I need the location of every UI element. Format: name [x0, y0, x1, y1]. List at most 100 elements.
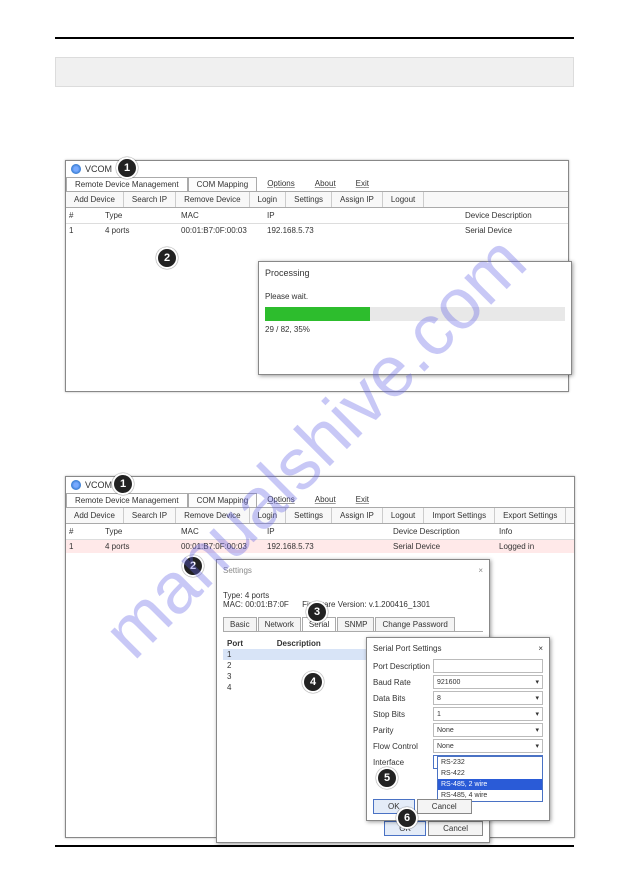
cell-info: Logged in [496, 541, 562, 552]
tab-com-mapping[interactable]: COM Mapping [188, 493, 258, 507]
baud-label: Baud Rate [373, 678, 433, 687]
btn-export-settings[interactable]: Export Settings [495, 508, 566, 523]
stopbits-select[interactable]: 1▾ [433, 707, 543, 721]
callout-6: 6 [396, 807, 418, 829]
baud-select[interactable]: 921600▾ [433, 675, 543, 689]
opt-rs485-2w[interactable]: RS-485, 2 wire [438, 779, 542, 790]
col-dd: Device Description [390, 526, 496, 537]
col-dd: Device Description [462, 210, 568, 221]
callout-2: 2 [182, 555, 204, 577]
processing-dialog: Processing Please wait. 29 / 82, 35% [258, 261, 572, 375]
btn-remove-device[interactable]: Remove Device [176, 192, 249, 207]
tab-remote-device-mgmt[interactable]: Remote Device Management [66, 177, 188, 191]
cell-num: 1 [66, 541, 102, 552]
progress-bar [265, 307, 565, 321]
app-title: VCOM [85, 164, 112, 174]
type-label: Type: [223, 591, 243, 600]
cell-type: 4 ports [102, 541, 178, 552]
cancel-button[interactable]: Cancel [417, 799, 472, 814]
port-desc-input[interactable] [433, 659, 543, 673]
btn-search-ip[interactable]: Search IP [124, 508, 176, 523]
opt-rs232[interactable]: RS-232 [438, 757, 542, 768]
app-icon [71, 164, 81, 174]
app-title: VCOM [85, 480, 112, 490]
cell-ip: 192.168.5.73 [264, 225, 390, 236]
close-icon[interactable]: × [538, 644, 543, 653]
app-icon [71, 480, 81, 490]
callout-5: 5 [376, 767, 398, 789]
col-ip: IP [264, 210, 390, 221]
callout-2: 2 [156, 247, 178, 269]
btn-assign-ip[interactable]: Assign IP [332, 508, 383, 523]
processing-wait: Please wait. [265, 292, 565, 301]
screenshot-2: VCOM Remote Device Management COM Mappin… [65, 476, 575, 838]
col-num: # [66, 210, 102, 221]
cell-dd: Serial Device [390, 541, 496, 552]
btn-search-ip[interactable]: Search IP [124, 192, 176, 207]
btn-settings[interactable]: Settings [286, 508, 332, 523]
opt-rs422[interactable]: RS-422 [438, 768, 542, 779]
flowcontrol-select[interactable]: None▾ [433, 739, 543, 753]
btn-login[interactable]: Login [250, 192, 287, 207]
port-desc-label: Port Description [373, 662, 433, 671]
menu-about[interactable]: About [305, 493, 346, 507]
tab-network[interactable]: Network [258, 617, 301, 631]
menu-exit[interactable]: Exit [346, 493, 379, 507]
interface-dropdown[interactable]: RS-232 RS-422 RS-485, 2 wire RS-485, 4 w… [437, 756, 543, 802]
col-type: Type [102, 526, 178, 537]
tab-com-mapping[interactable]: COM Mapping [188, 177, 258, 191]
col-desc: Description [273, 638, 381, 649]
parity-label: Parity [373, 726, 433, 735]
processing-status: 29 / 82, 35% [265, 325, 565, 334]
btn-login[interactable]: Login [250, 508, 287, 523]
tab-remote-device-mgmt[interactable]: Remote Device Management [66, 493, 188, 507]
col-port: Port [223, 638, 273, 649]
cancel-button[interactable]: Cancel [428, 821, 483, 836]
type-value: 4 ports [245, 591, 269, 600]
table-row[interactable]: 1 4 ports 00:01:B7:0F:00:03 192.168.5.73… [66, 540, 574, 553]
processing-title: Processing [265, 268, 565, 278]
cell-num: 1 [66, 225, 102, 236]
btn-assign-ip[interactable]: Assign IP [332, 192, 383, 207]
cell-type: 4 ports [102, 225, 178, 236]
btn-settings[interactable]: Settings [286, 192, 332, 207]
btn-remove-device[interactable]: Remove Device [176, 508, 249, 523]
fw-value: v.1.200416_1301 [369, 600, 430, 609]
callout-1: 1 [116, 157, 138, 179]
tab-change-password[interactable]: Change Password [375, 617, 454, 631]
col-type: Type [102, 210, 178, 221]
menu-exit[interactable]: Exit [346, 177, 379, 191]
cell-ip: 192.168.5.73 [264, 541, 390, 552]
mac-label: MAC: [223, 600, 243, 609]
flowcontrol-label: Flow Control [373, 742, 433, 751]
parity-select[interactable]: None▾ [433, 723, 543, 737]
btn-import-settings[interactable]: Import Settings [424, 508, 495, 523]
menu-about[interactable]: About [305, 177, 346, 191]
table-row[interactable]: 1 4 ports 00:01:B7:0F:00:03 192.168.5.73… [66, 224, 568, 237]
screenshot-1: VCOM Remote Device Management COM Mappin… [65, 160, 569, 392]
btn-logout[interactable]: Logout [383, 192, 424, 207]
callout-3: 3 [306, 601, 328, 623]
btn-add-device[interactable]: Add Device [66, 508, 124, 523]
cell-mac: 00:01:B7:0F:00:03 [178, 541, 264, 552]
settings-title: Settings [223, 566, 252, 575]
menu-options[interactable]: Options [257, 493, 305, 507]
mac-value: 00:01:B7:0F [245, 600, 289, 609]
callout-1: 1 [112, 473, 134, 495]
menu-options[interactable]: Options [257, 177, 305, 191]
cell-dd: Serial Device [462, 225, 568, 236]
close-icon[interactable]: × [478, 566, 483, 575]
page-rule-top [55, 37, 574, 39]
col-info: Info [496, 526, 562, 537]
interface-label: Interface [373, 758, 433, 767]
col-ip: IP [264, 526, 390, 537]
col-mac: MAC [178, 526, 264, 537]
tab-snmp[interactable]: SNMP [337, 617, 374, 631]
btn-add-device[interactable]: Add Device [66, 192, 124, 207]
tab-basic[interactable]: Basic [223, 617, 257, 631]
btn-logout[interactable]: Logout [383, 508, 424, 523]
databits-label: Data Bits [373, 694, 433, 703]
page-rule-bottom [55, 845, 574, 847]
sps-title: Serial Port Settings [373, 644, 441, 653]
databits-select[interactable]: 8▾ [433, 691, 543, 705]
